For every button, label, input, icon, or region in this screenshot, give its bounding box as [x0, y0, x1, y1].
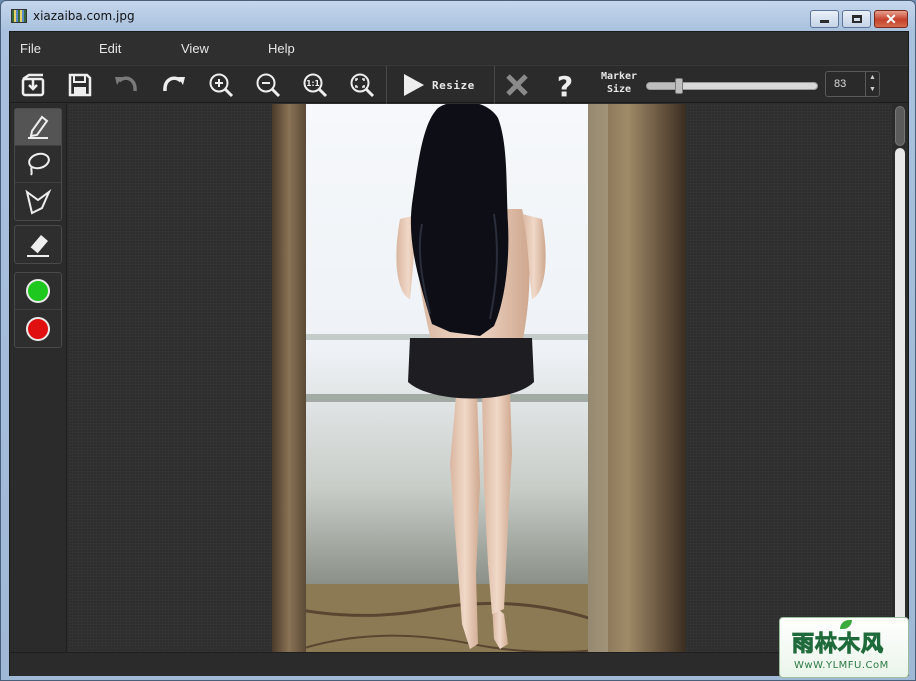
- tool-panel: [10, 104, 67, 664]
- svg-text:?: ?: [557, 71, 573, 99]
- clear-x-icon: [506, 74, 528, 96]
- slider-thumb[interactable]: [675, 78, 683, 94]
- toolbar: 1:1 Resize ? Marker Size 83 ▲ ▼: [10, 65, 908, 104]
- image-canvas[interactable]: [68, 104, 892, 652]
- play-icon: [404, 74, 424, 96]
- undo-button[interactable]: [109, 68, 143, 102]
- redo-icon: [163, 76, 185, 92]
- fit-screen-button[interactable]: [345, 68, 379, 102]
- window-title: xiazaiba.com.jpg: [33, 9, 135, 23]
- menu-bar: File Edit View Help: [10, 32, 908, 64]
- keep-color-tool[interactable]: [15, 273, 61, 310]
- watermark-url: WwW.YLMFU.CoM: [794, 660, 889, 671]
- resize-play-button[interactable]: [396, 68, 430, 102]
- maximize-icon: [851, 15, 862, 23]
- close-icon: ✕: [885, 11, 897, 27]
- app-window: xiazaiba.com.jpg ✕ File Edit View Help 1…: [0, 0, 916, 681]
- minimize-icon: [820, 20, 829, 23]
- marker-size-spinbox[interactable]: 83 ▲ ▼: [825, 71, 880, 97]
- actual-size-icon: 1:1: [303, 73, 328, 98]
- photo-image: [272, 104, 686, 652]
- red-dot-icon: [26, 316, 50, 341]
- open-button[interactable]: [16, 68, 50, 102]
- marker-pen-icon: [28, 115, 49, 139]
- app-icon: [11, 9, 27, 23]
- eraser-icon: [27, 234, 49, 257]
- menu-view[interactable]: View: [181, 41, 209, 56]
- spin-down-icon[interactable]: ▼: [866, 84, 879, 96]
- import-icon: [21, 73, 45, 97]
- polygon-lasso-tool[interactable]: [15, 183, 61, 220]
- menu-help[interactable]: Help: [268, 41, 295, 56]
- undo-icon: [115, 76, 137, 92]
- polygon-lasso-icon: [25, 188, 52, 214]
- watermark-text: 雨林木风: [791, 632, 885, 658]
- lasso-tool[interactable]: [15, 146, 61, 183]
- selection-tools: [14, 108, 62, 221]
- zoom-out-button[interactable]: [251, 68, 285, 102]
- svg-text:1:1: 1:1: [306, 79, 319, 88]
- actual-size-button[interactable]: 1:1: [298, 68, 332, 102]
- scrollbar-track[interactable]: [895, 148, 905, 648]
- save-button[interactable]: [63, 68, 97, 102]
- minimize-button[interactable]: [810, 10, 839, 28]
- title-bar[interactable]: xiazaiba.com.jpg ✕: [1, 1, 915, 31]
- photo[interactable]: [272, 104, 686, 652]
- client-area: File Edit View Help 1:1 Resize ? Marker …: [9, 31, 909, 676]
- redo-button[interactable]: [157, 68, 191, 102]
- marker-size-slider[interactable]: [646, 78, 818, 94]
- status-bar: [10, 652, 908, 676]
- clear-button[interactable]: [500, 68, 534, 102]
- green-dot-icon: [26, 279, 50, 303]
- menu-file[interactable]: File: [20, 41, 41, 56]
- zoom-in-icon: [209, 73, 234, 98]
- spin-up-icon[interactable]: ▲: [866, 72, 879, 84]
- close-button[interactable]: ✕: [874, 10, 908, 28]
- zoom-out-icon: [256, 73, 281, 98]
- watermark-logo: 雨林木风 WwW.YLMFU.CoM: [779, 617, 909, 678]
- eraser-tool[interactable]: [15, 226, 61, 263]
- lasso-icon: [28, 152, 50, 176]
- save-icon: [68, 73, 92, 97]
- resize-label[interactable]: Resize: [432, 79, 475, 92]
- toolbar-separator: [386, 66, 387, 104]
- menu-edit[interactable]: Edit: [99, 41, 121, 56]
- help-button[interactable]: ?: [548, 68, 582, 102]
- scrollbar-thumb[interactable]: [895, 106, 905, 146]
- zoom-in-button[interactable]: [204, 68, 238, 102]
- spin-arrows[interactable]: ▲ ▼: [865, 72, 879, 96]
- toolbar-separator: [494, 66, 495, 104]
- marker-size-value[interactable]: 83: [834, 78, 846, 90]
- eraser-tools: [14, 225, 62, 264]
- question-mark-icon: ?: [557, 71, 573, 99]
- marker-tool[interactable]: [15, 109, 61, 146]
- marker-size-label: Marker Size: [600, 71, 638, 95]
- fit-icon: [350, 73, 375, 98]
- remove-color-tool[interactable]: [15, 310, 61, 347]
- vertical-scrollbar[interactable]: [892, 104, 908, 652]
- maximize-button[interactable]: [842, 10, 871, 28]
- color-tools: [14, 272, 62, 348]
